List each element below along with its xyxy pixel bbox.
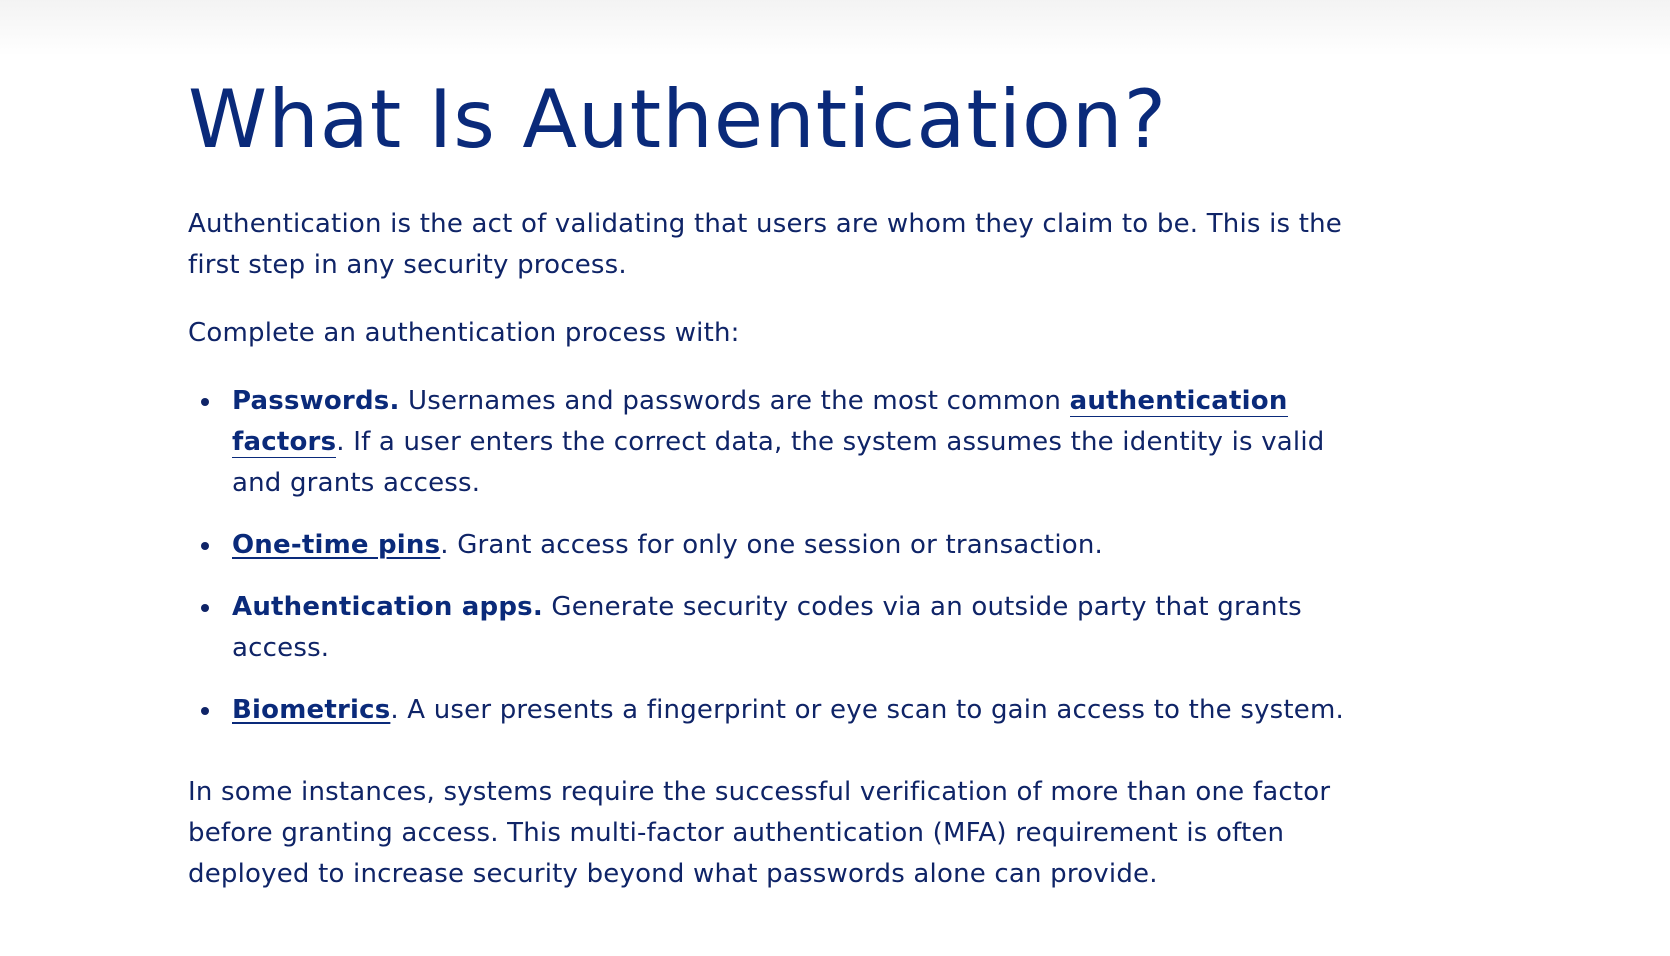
bullet-icon xyxy=(201,398,209,406)
list-item-authentication-apps: Authentication apps. Generate security c… xyxy=(188,587,1348,669)
list-item-one-time-pins: One-time pins. Grant access for only one… xyxy=(188,525,1348,566)
passwords-text-before-link: Usernames and passwords are the most com… xyxy=(399,386,1070,416)
biometrics-text: . A user presents a fingerprint or eye s… xyxy=(390,695,1344,725)
list-item-passwords: Passwords. Usernames and passwords are t… xyxy=(188,381,1348,504)
bullet-icon xyxy=(201,542,209,550)
biometrics-link[interactable]: Biometrics xyxy=(232,695,390,725)
term-passwords: Passwords. xyxy=(232,386,400,416)
term-authentication-apps: Authentication apps. xyxy=(232,592,543,622)
passwords-text-after-link: . If a user enters the correct data, the… xyxy=(232,427,1325,498)
authentication-methods-list: Passwords. Usernames and passwords are t… xyxy=(188,381,1348,731)
intro-paragraph: Authentication is the act of validating … xyxy=(188,209,1342,280)
closing-paragraph: In some instances, systems require the s… xyxy=(188,777,1331,889)
bullet-icon xyxy=(201,707,209,715)
methods-lead-in: Complete an authentication process with: xyxy=(188,318,740,348)
page-title: What Is Authentication? xyxy=(188,73,1168,166)
one-time-pins-text: . Grant access for only one session or t… xyxy=(440,530,1104,560)
one-time-pins-link[interactable]: One-time pins xyxy=(232,530,440,560)
bullet-icon xyxy=(201,604,209,612)
top-bar-shadow xyxy=(0,0,1670,56)
list-item-biometrics: Biometrics. A user presents a fingerprin… xyxy=(188,690,1348,731)
article-content: What Is Authentication? Authentication i… xyxy=(188,70,1348,895)
